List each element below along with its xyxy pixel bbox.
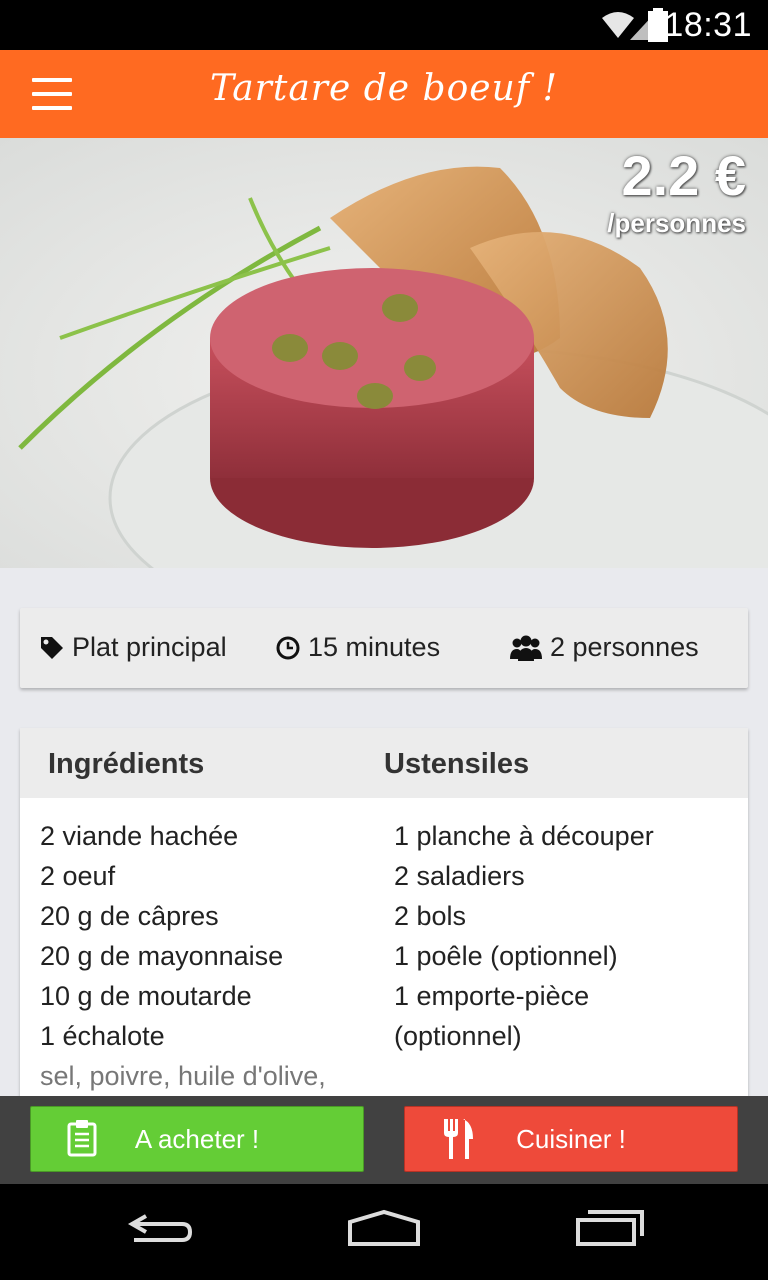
category-label: Plat principal [72, 632, 227, 662]
status-time: 18:31 [664, 6, 752, 44]
duration-label: 15 minutes [308, 632, 441, 662]
back-icon[interactable] [124, 1208, 196, 1248]
page-title: Tartare de boeuf ! [209, 68, 558, 109]
list-item: 1 planche à découper [394, 821, 654, 851]
recipe-details-card: Ingrédients Ustensiles 2 viande hachée 2… [20, 728, 748, 1108]
app-bar: Tartare de boeuf ! [0, 50, 768, 138]
cook-button-label: Cuisiner ! [516, 1124, 626, 1154]
home-icon[interactable] [346, 1208, 422, 1248]
buy-button-label: A acheter ! [134, 1124, 260, 1154]
list-item: 2 bols [394, 901, 467, 931]
clock-icon [276, 636, 300, 659]
list-item: 2 saladiers [394, 861, 525, 891]
cook-button[interactable]: Cuisiner ! [404, 1106, 738, 1172]
recipe-info-card: Plat principal 15 minutes 2 personnes [20, 608, 748, 688]
action-bar: A acheter ! Cuisiner ! [0, 1096, 768, 1184]
list-item: 2 oeuf [40, 861, 116, 891]
recents-icon[interactable] [574, 1208, 646, 1248]
servings-label: 2 personnes [550, 632, 699, 662]
list-item: 1 poêle (optionnel) [394, 941, 618, 971]
price-value: 2.2 € [621, 144, 746, 207]
list-item: 2 viande hachée [40, 821, 239, 851]
people-icon [510, 635, 542, 661]
recipe-card-header: Ingrédients Ustensiles [20, 728, 748, 798]
ingredients-title: Ingrédients [48, 748, 205, 780]
ingredients-list: 2 viande hachée 2 oeuf 20 g de câpres 20… [40, 816, 326, 1096]
list-item: 1 échalote [40, 1021, 165, 1051]
recipe-photo: 2.2 € /personnes [0, 138, 768, 568]
list-item: sel, poivre, huile d'olive, [40, 1061, 326, 1091]
list-item: 1 emporte-pièce [394, 981, 590, 1011]
utensils-list: 1 planche à découper 2 saladiers 2 bols … [394, 816, 654, 1056]
list-item: 10 g de moutarde [40, 981, 252, 1011]
servings-info: 2 personnes [510, 632, 699, 663]
tag-icon [41, 636, 63, 659]
system-nav-bar [0, 1184, 768, 1280]
price-unit: /personnes [607, 208, 746, 238]
utensils-title: Ustensiles [384, 748, 530, 780]
list-item: 20 g de mayonnaise [40, 941, 284, 971]
price-tag: 2.2 € /personnes [607, 148, 746, 239]
list-item: 20 g de câpres [40, 901, 219, 931]
buy-button[interactable]: A acheter ! [30, 1106, 364, 1172]
duration-info: 15 minutes [276, 632, 440, 663]
category-info: Plat principal [40, 632, 227, 663]
list-item: (optionnel) [394, 1021, 522, 1051]
wifi-icon [602, 12, 634, 38]
status-bar: 18:31 [0, 0, 768, 50]
